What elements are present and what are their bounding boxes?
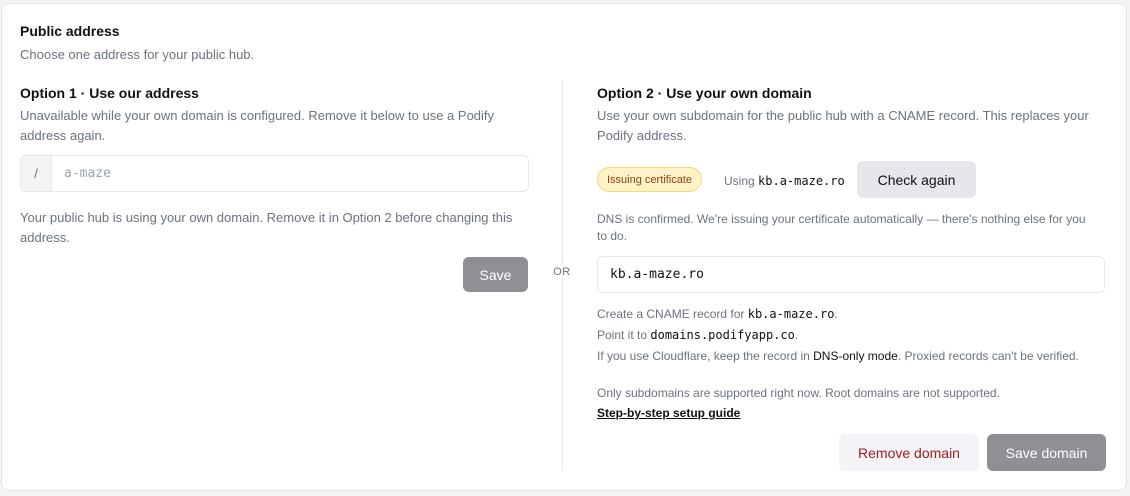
- option1-note: Your public hub is using your own domain…: [20, 210, 513, 245]
- cname-instruction: Create a CNAME record for kb.a-maze.ro.: [597, 307, 838, 321]
- status-badge: Issuing certificate: [597, 167, 702, 192]
- using-domain: kb.a-maze.ro: [758, 174, 845, 188]
- option2-description: Use your own subdomain for the public hu…: [597, 108, 1089, 143]
- cname-target: domains.podifyapp.co: [650, 328, 795, 342]
- public-address-field: /: [20, 155, 529, 192]
- check-again-button[interactable]: Check again: [857, 161, 976, 198]
- using-label: Using: [724, 174, 755, 188]
- public-address-input[interactable]: [52, 156, 528, 191]
- option2-title: Option 2 · Use your own domain: [597, 85, 812, 101]
- section-title: Public address: [20, 23, 120, 39]
- option1-title: Option 1 · Use our address: [20, 85, 199, 101]
- using-domain-text: Using kb.a-maze.ro: [724, 174, 845, 188]
- option1-description: Unavailable while your own domain is con…: [20, 108, 495, 143]
- dns-status-note: DNS is confirmed. We're issuing your cer…: [597, 212, 1086, 243]
- remove-domain-button[interactable]: Remove domain: [839, 434, 979, 471]
- save-domain-button[interactable]: Save domain: [987, 434, 1106, 471]
- custom-domain-input[interactable]: [597, 256, 1105, 293]
- slash-prefix: /: [21, 156, 52, 191]
- setup-guide-link[interactable]: Step-by-step setup guide: [597, 406, 740, 420]
- dns-only-mode: DNS-only mode: [813, 349, 898, 363]
- cloudflare-instruction: If you use Cloudflare, keep the record i…: [597, 349, 1079, 363]
- cname-domain: kb.a-maze.ro: [747, 307, 835, 321]
- point-instruction: Point it to domains.podifyapp.co.: [597, 328, 799, 342]
- section-subtitle: Choose one address for your public hub.: [20, 47, 255, 62]
- save-button[interactable]: Save: [463, 257, 528, 292]
- or-separator: OR: [548, 266, 576, 278]
- subdomain-note: Only subdomains are supported right now.…: [597, 386, 1000, 400]
